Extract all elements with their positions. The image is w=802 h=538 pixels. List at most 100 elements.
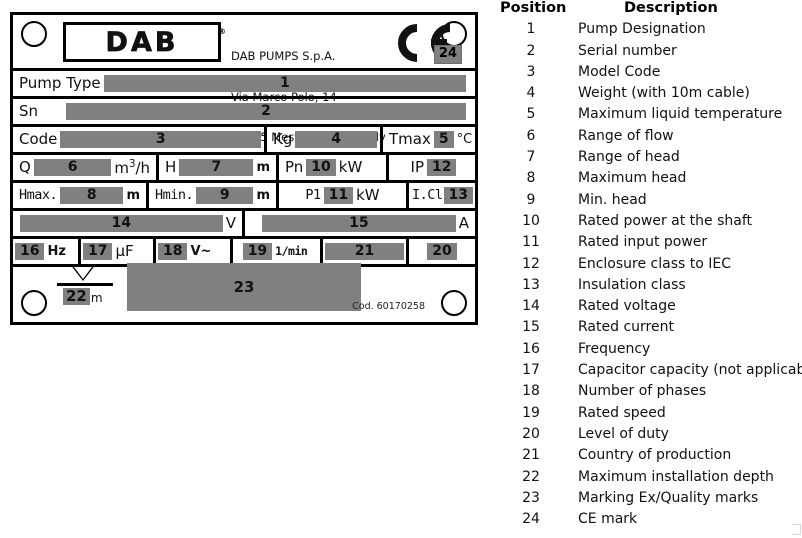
row-hmax-hmin-p1-icl: Hmax. 8 m Hmin. 9 m P1 11 kW I.Cl 13 bbox=[13, 183, 475, 211]
row-position: 6 bbox=[526, 127, 536, 144]
row-description: Maximum installation depth bbox=[578, 468, 774, 485]
table-row: 8 Maximum head bbox=[500, 170, 802, 191]
row-position: 12 bbox=[522, 255, 540, 272]
installation-depth-symbol: 22 m bbox=[57, 264, 115, 310]
flow-value: 6 bbox=[33, 159, 112, 176]
table-row: 14 Rated voltage bbox=[500, 298, 802, 319]
pump-type-label: Pump Type bbox=[19, 74, 101, 92]
pump-nameplate: DAB ® DAB PUMPS S.p.A. Via Marco Polo, 1… bbox=[10, 12, 478, 325]
table-row: 17 Capacitor capacity (not applicable) bbox=[500, 362, 802, 383]
row-description: Maximum liquid temperature bbox=[578, 106, 783, 123]
code-value: 3 bbox=[60, 131, 261, 148]
hmax-value: 8 bbox=[60, 187, 124, 204]
table-row: 19 Rated speed bbox=[500, 405, 802, 426]
tmax-label: Tmax bbox=[389, 130, 431, 148]
code-label: Code bbox=[19, 130, 58, 148]
head-label: H bbox=[165, 158, 177, 176]
cell-min-head: Hmin. 9 m bbox=[149, 183, 279, 208]
rated-voltage-value: 14 bbox=[20, 215, 223, 232]
row-description: Insulation class bbox=[578, 276, 686, 293]
cell-rated-current: 15 A bbox=[245, 211, 475, 236]
cell-insulation-class: I.Cl 13 bbox=[409, 183, 475, 208]
row-position: 24 bbox=[522, 511, 540, 528]
rated-current-value: 15 bbox=[262, 215, 456, 232]
flow-unit: m3/h bbox=[114, 158, 150, 177]
hmax-unit: m bbox=[126, 188, 140, 203]
depth-value: 22 bbox=[63, 288, 90, 305]
column-header-position: Position bbox=[500, 0, 567, 16]
legend-table: Position Description 1 Pump Designation 2 S… bbox=[500, 0, 802, 532]
row-description: Serial number bbox=[578, 42, 677, 59]
row-q-h-pn-ip: Q 6 m3/h H 7 m Pn 10 kW IP 12 bbox=[13, 155, 475, 183]
cell-serial-number: Sn 2 bbox=[13, 99, 475, 124]
hmin-unit: m bbox=[256, 188, 270, 203]
cell-rated-input-power: P1 11 kW bbox=[279, 183, 409, 208]
row-description: Model Code bbox=[578, 63, 661, 80]
row-position: 22 bbox=[522, 468, 540, 485]
row-position: 3 bbox=[526, 63, 536, 80]
serial-number-label: Sn bbox=[19, 102, 39, 120]
row-pump-type: Pump Type 1 bbox=[13, 71, 475, 99]
cell-rated-voltage: 14 V bbox=[13, 211, 245, 236]
row-description: Rated input power bbox=[578, 234, 708, 251]
row-description: Range of flow bbox=[578, 127, 674, 144]
row-position: 10 bbox=[522, 212, 540, 229]
table-row: 4 Weight (with 10m cable) bbox=[500, 85, 802, 106]
insulation-class-value: 13 bbox=[443, 187, 473, 204]
row-description: Capacitor capacity (not applicable) bbox=[578, 362, 802, 379]
row-position: 2 bbox=[526, 42, 536, 59]
hmin-label: Hmin. bbox=[155, 186, 194, 203]
row-position: 4 bbox=[526, 85, 536, 102]
table-row: 13 Insulation class bbox=[500, 277, 802, 298]
table-row: 1 Pump Designation bbox=[500, 21, 802, 42]
pn-label: Pn bbox=[285, 158, 304, 176]
code-reference: Cod. 60170258 bbox=[352, 301, 425, 312]
row-description: Min. head bbox=[578, 191, 647, 208]
cell-head: H 7 m bbox=[159, 155, 279, 180]
page-root: DAB ® DAB PUMPS S.p.A. Via Marco Polo, 1… bbox=[0, 0, 802, 538]
p1-value: 11 bbox=[323, 187, 354, 204]
table-row: 10 Rated power at the shaft bbox=[500, 213, 802, 234]
water-level-triangle-icon bbox=[70, 264, 96, 281]
row-description: Level of duty bbox=[578, 425, 669, 442]
row-voltage-current: 14 V 15 A bbox=[13, 211, 475, 239]
table-row: 23 Marking Ex/Quality marks bbox=[500, 490, 802, 511]
row-description: Enclosure class to IEC bbox=[578, 255, 732, 272]
table-header-row: Position Description bbox=[500, 0, 802, 21]
cell-weight: Kg 4 bbox=[267, 127, 383, 152]
insulation-class-label: I.Cl bbox=[412, 186, 443, 203]
row-position: 20 bbox=[522, 425, 540, 442]
table-row: 6 Range of flow bbox=[500, 128, 802, 149]
hmin-value: 9 bbox=[196, 187, 254, 204]
water-surface-line-icon bbox=[57, 283, 113, 286]
weight-value: 4 bbox=[295, 131, 377, 148]
cell-code: Code 3 bbox=[13, 127, 267, 152]
cell-max-head: Hmax. 8 m bbox=[13, 183, 149, 208]
cell-tmax: Tmax 5 °C bbox=[383, 127, 475, 152]
row-position: 16 bbox=[522, 340, 540, 357]
row-position: 8 bbox=[526, 170, 536, 187]
cell-flow: Q 6 m3/h bbox=[13, 155, 159, 180]
pn-unit: kW bbox=[338, 158, 363, 176]
row-position: 19 bbox=[522, 404, 540, 421]
row-position: 7 bbox=[526, 149, 536, 166]
corner-artifact bbox=[792, 524, 801, 535]
cell-pump-type: Pump Type 1 bbox=[13, 71, 475, 96]
row-position: 21 bbox=[522, 447, 540, 464]
table-row: 18 Number of phases bbox=[500, 383, 802, 404]
row-position: 9 bbox=[526, 191, 536, 208]
row-description: Rated current bbox=[578, 319, 674, 336]
rated-current-unit: A bbox=[458, 214, 469, 232]
row-description: Country of production bbox=[578, 447, 732, 464]
p1-label: P1 bbox=[305, 186, 321, 203]
ce-badge-24: 24 bbox=[433, 45, 462, 64]
row-description: Rated power at the shaft bbox=[578, 212, 753, 229]
pn-value: 10 bbox=[306, 159, 336, 176]
row-position: 1 bbox=[526, 21, 536, 38]
row-position: 17 bbox=[522, 362, 540, 379]
row-position: 14 bbox=[522, 298, 540, 315]
row-description: CE mark bbox=[578, 511, 638, 528]
pump-type-value: 1 bbox=[103, 75, 466, 92]
row-description: Frequency bbox=[578, 340, 651, 357]
nameplate-header: DAB ® DAB PUMPS S.p.A. Via Marco Polo, 1… bbox=[13, 15, 475, 144]
